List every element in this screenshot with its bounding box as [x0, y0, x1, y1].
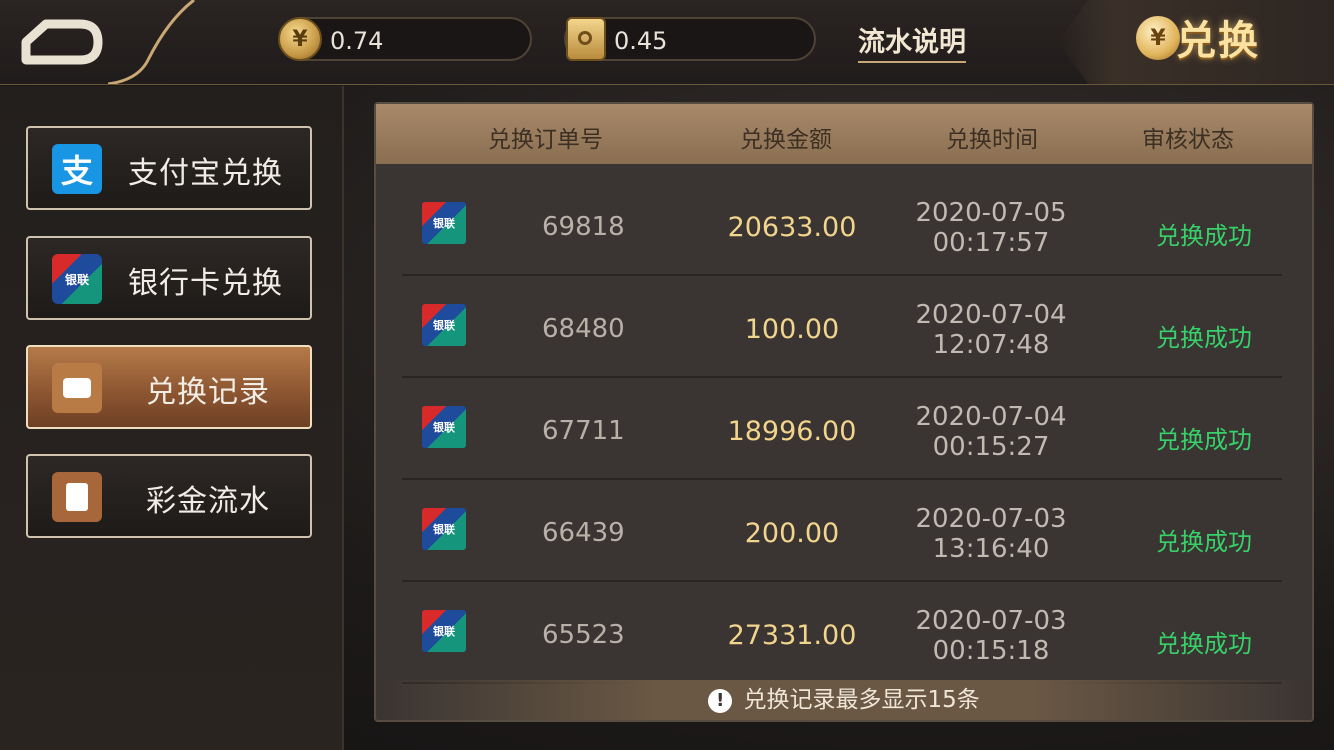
review-status: 兑换成功 [1156, 222, 1252, 250]
column-header-time: 兑换时间 [946, 127, 1038, 153]
coin-icon: ¥ [278, 17, 322, 61]
exchange-clock: 00:17:57 [932, 228, 1050, 258]
exchange-clock: 00:15:18 [932, 636, 1050, 666]
review-status: 兑换成功 [1156, 528, 1252, 556]
exchange-date: 2020-07-03 [915, 504, 1067, 534]
unionpay-icon: 银联 [422, 304, 466, 346]
back-icon[interactable] [18, 14, 108, 70]
wallet-icon [52, 363, 102, 413]
safe-balance-value: 0.45 [614, 27, 668, 55]
flow-description-link[interactable]: 流水说明 [858, 20, 966, 63]
sidebar: 支 支付宝兑换 银联 银行卡兑换 兑换记录 彩金流水 [0, 86, 344, 750]
exchange-time: 2020-07-03 13:16:40 [896, 504, 1086, 564]
table-header: 兑换订单号 兑换金额 兑换时间 审核状态 [376, 104, 1312, 164]
column-header-amount: 兑换金额 [740, 127, 832, 153]
records-panel: 兑换订单号 兑换金额 兑换时间 审核状态 银联 69818 20633.00 2… [374, 102, 1314, 722]
exchange-button[interactable]: ¥ 兑换 [1058, 0, 1334, 84]
exchange-clock: 00:15:27 [932, 432, 1050, 462]
order-number: 65523 [542, 620, 625, 650]
unionpay-icon: 银联 [52, 254, 102, 304]
exchange-date: 2020-07-04 [915, 300, 1067, 330]
sidebar-item-bankcard-exchange[interactable]: 银联 银行卡兑换 [26, 236, 312, 320]
exchange-date: 2020-07-05 [915, 198, 1067, 228]
exchange-date: 2020-07-03 [915, 606, 1067, 636]
bonus-flow-icon [52, 472, 102, 522]
exchange-time: 2020-07-05 00:17:57 [896, 198, 1086, 258]
table-row[interactable]: 银联 68480 100.00 2020-07-04 12:07:48 兑换成功 [402, 274, 1282, 378]
exchange-time: 2020-07-04 00:15:27 [896, 402, 1086, 462]
unionpay-icon: 银联 [422, 202, 466, 244]
safe-icon [566, 17, 606, 61]
unionpay-icon: 银联 [422, 610, 466, 652]
column-header-status: 审核状态 [1142, 127, 1234, 153]
exchange-amount: 200.00 [744, 518, 840, 549]
gold-balance: ¥ 0.74 [278, 17, 532, 61]
exchange-amount: 27331.00 [727, 620, 857, 651]
gold-balance-value: 0.74 [330, 27, 384, 55]
sidebar-item-label: 彩金流水 [146, 484, 270, 519]
column-header-order: 兑换订单号 [488, 127, 603, 153]
review-status: 兑换成功 [1156, 630, 1252, 658]
warning-icon: ! [708, 688, 733, 713]
table-row[interactable]: 银联 69818 20633.00 2020-07-05 00:17:57 兑换… [402, 172, 1282, 276]
exchange-amount: 18996.00 [727, 416, 857, 447]
top-bar: ¥ 0.74 0.45 流水说明 ¥ 兑换 [0, 0, 1334, 85]
records-limit-note: ! 兑换记录最多显示15条 [376, 680, 1312, 720]
exchange-amount: 100.00 [744, 314, 840, 345]
sidebar-item-exchange-records[interactable]: 兑换记录 [26, 345, 312, 429]
sidebar-item-alipay-exchange[interactable]: 支 支付宝兑换 [26, 126, 312, 210]
exchange-time: 2020-07-04 12:07:48 [896, 300, 1086, 360]
order-number: 68480 [542, 314, 625, 344]
exchange-time: 2020-07-03 00:15:18 [896, 606, 1086, 666]
exchange-amount: 20633.00 [727, 212, 857, 243]
order-number: 69818 [542, 212, 625, 242]
review-status: 兑换成功 [1156, 426, 1252, 454]
review-status: 兑换成功 [1156, 324, 1252, 352]
table-row[interactable]: 银联 67711 18996.00 2020-07-04 00:15:27 兑换… [402, 376, 1282, 480]
exchange-button-label: 兑换 [1176, 18, 1260, 64]
order-number: 66439 [542, 518, 625, 548]
sidebar-item-bonus-flow[interactable]: 彩金流水 [26, 454, 312, 538]
unionpay-icon: 银联 [422, 406, 466, 448]
alipay-icon: 支 [52, 144, 102, 194]
table-row[interactable]: 银联 66439 200.00 2020-07-03 13:16:40 兑换成功 [402, 478, 1282, 582]
exchange-coin-icon: ¥ [1136, 16, 1180, 60]
table-row[interactable]: 银联 65523 27331.00 2020-07-03 00:15:18 兑换… [402, 580, 1282, 684]
order-number: 67711 [542, 416, 625, 446]
sidebar-item-label: 支付宝兑换 [128, 156, 283, 191]
unionpay-icon: 银联 [422, 508, 466, 550]
safe-balance: 0.45 [564, 17, 816, 61]
records-limit-text: 兑换记录最多显示15条 [743, 687, 980, 713]
decorative-slash [108, 0, 195, 84]
sidebar-item-label: 兑换记录 [146, 375, 270, 410]
sidebar-item-label: 银行卡兑换 [128, 266, 283, 301]
exchange-clock: 13:16:40 [932, 534, 1050, 564]
exchange-clock: 12:07:48 [932, 330, 1050, 360]
exchange-date: 2020-07-04 [915, 402, 1067, 432]
